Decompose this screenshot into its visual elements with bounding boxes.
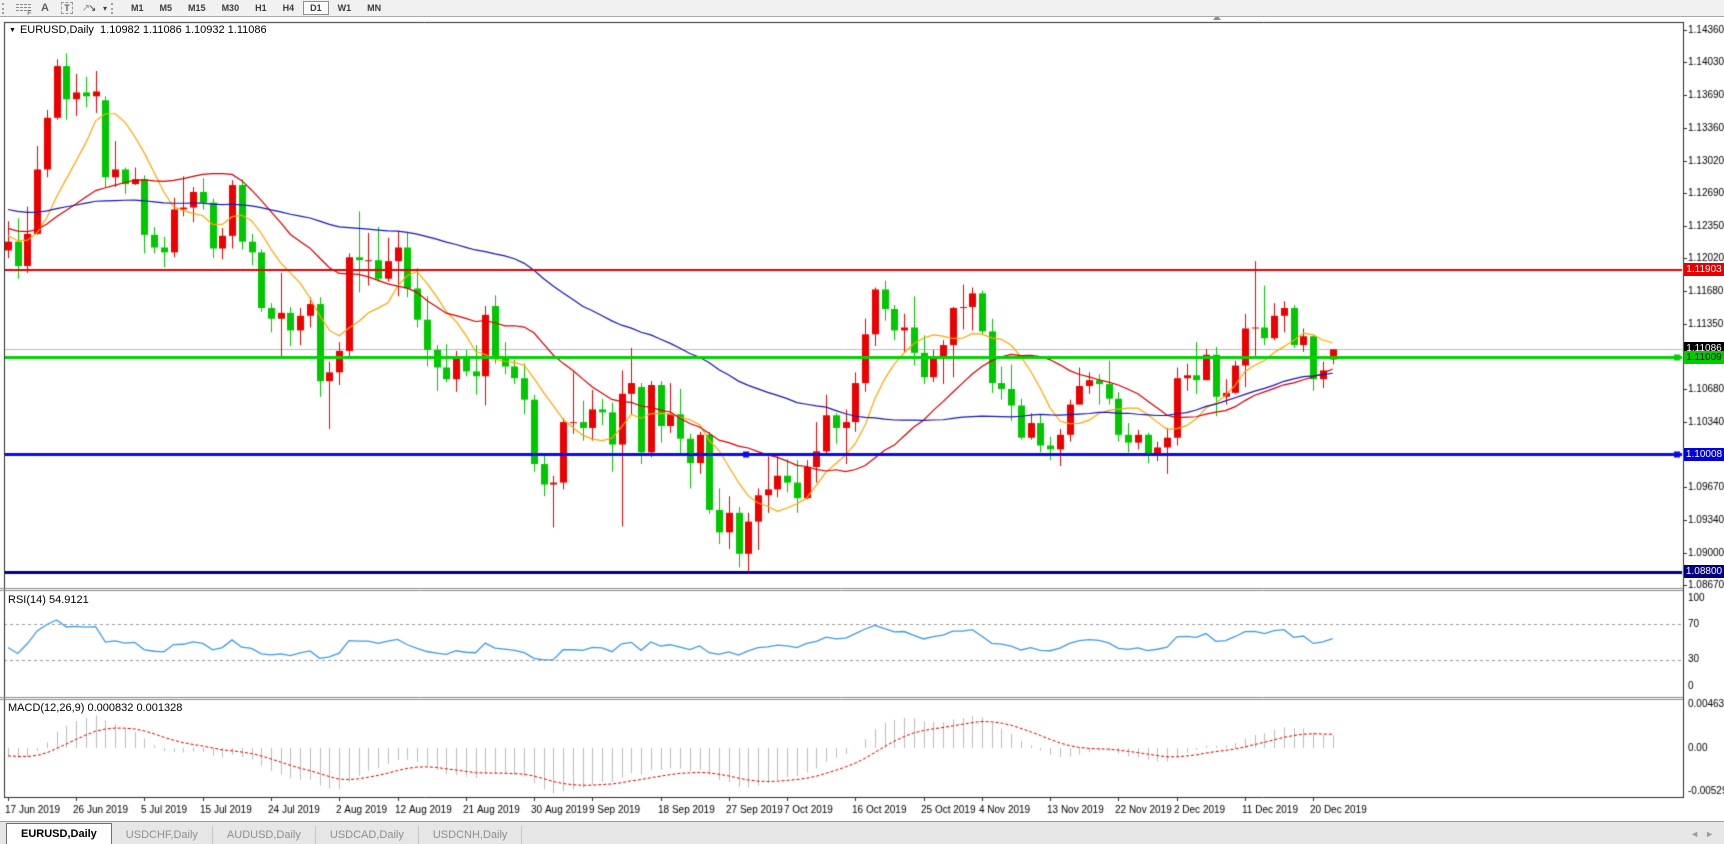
trading-platform-window: F A T ↗ ↘ ▾ M1M5M15M30H1H4D1W1MN ▼ EURUSD… — [0, 0, 1724, 844]
timeframe-button-h1[interactable]: H1 — [248, 1, 274, 15]
tab-usdcad-daily[interactable]: USDCAD,Daily — [316, 826, 419, 844]
toolbar: F A T ↗ ↘ ▾ M1M5M15M30H1H4D1W1MN — [0, 0, 1724, 17]
timeframe-button-w1[interactable]: W1 — [331, 1, 359, 15]
tab-scroll-right-icon[interactable]: ► — [1705, 829, 1720, 839]
ohlc-values: 1.10982 1.11086 1.10932 1.11086 — [100, 24, 267, 36]
macd-signal-value: 0.001328 — [136, 702, 182, 714]
timeframe-button-m15[interactable]: M15 — [181, 1, 213, 15]
rsi-label: RSI(14) 54.9121 — [8, 594, 89, 606]
price-badge-support-green: 1.11009 — [1684, 351, 1724, 364]
tab-usdcnh-daily[interactable]: USDCNH,Daily — [419, 826, 523, 844]
tab-audusd-daily[interactable]: AUDUSD,Daily — [213, 826, 316, 844]
toolbar-grip-2[interactable] — [111, 3, 118, 14]
timeframe-button-mn[interactable]: MN — [360, 1, 388, 15]
timeframe-button-m1[interactable]: M1 — [124, 1, 151, 15]
tab-eurusd-daily[interactable]: EURUSD,Daily — [6, 823, 112, 844]
toolbar-grip[interactable] — [2, 3, 9, 14]
chevron-down-icon[interactable]: ▼ — [9, 27, 16, 34]
arrows-tool-icon[interactable]: ↗ ↘ — [81, 1, 97, 15]
chart-header: ▼ EURUSD,Daily 1.10982 1.11086 1.10932 1.… — [9, 24, 267, 36]
timeframe-button-h4[interactable]: H4 — [276, 1, 302, 15]
timeframe-button-m30[interactable]: M30 — [215, 1, 247, 15]
timeframe-button-d1[interactable]: D1 — [303, 1, 329, 15]
symbol-period-label: EURUSD,Daily — [20, 24, 94, 36]
arrows-dropdown-icon[interactable]: ▾ — [103, 4, 107, 13]
price-badge-resistance: 1.11903 — [1684, 263, 1724, 276]
label-tool-icon[interactable]: T — [59, 1, 75, 15]
timeframe-button-m5[interactable]: M5 — [153, 1, 180, 15]
symbol-tab-bar: EURUSD,DailyUSDCHF,DailyAUDUSD,DailyUSDC… — [0, 821, 1724, 844]
tab-usdchf-daily[interactable]: USDCHF,Daily — [112, 826, 213, 844]
macd-main-value: 0.000832 — [87, 702, 133, 714]
tab-scroll-left-icon[interactable]: ◄ — [1690, 829, 1705, 839]
rsi-value: 54.9121 — [49, 594, 89, 606]
chart-canvas[interactable] — [0, 0, 1724, 844]
fibonacci-retracement-icon[interactable]: F — [15, 1, 31, 15]
fibonacci-letter: F — [27, 10, 31, 17]
timeframe-buttons: M1M5M15M30H1H4D1W1MN — [123, 1, 389, 15]
price-badge-support-navy: 1.08800 — [1684, 565, 1724, 578]
macd-label: MACD(12,26,9) 0.000832 0.001328 — [8, 702, 182, 714]
price-badge-support-blue: 1.10008 — [1684, 448, 1724, 461]
tab-scroll-arrows: ◄► — [1690, 829, 1720, 839]
text-tool-icon[interactable]: A — [37, 1, 53, 15]
